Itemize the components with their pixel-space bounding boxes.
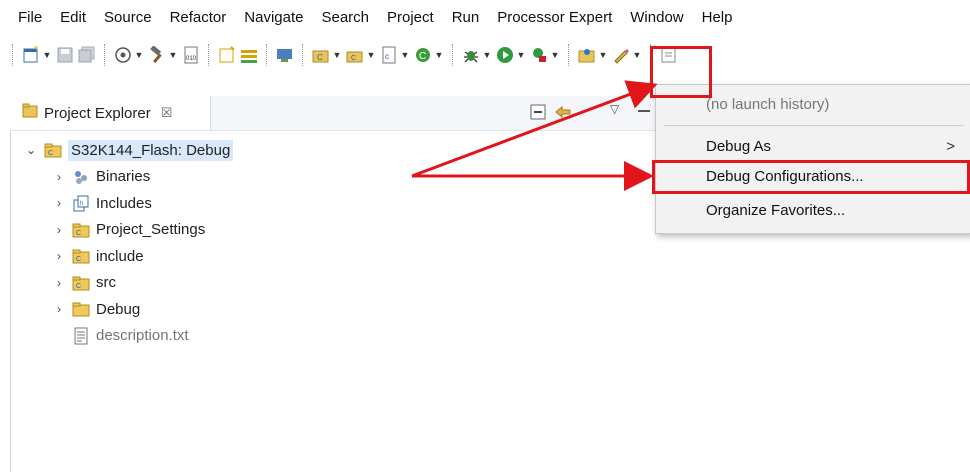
- arrow-to-debug-button: [411, 80, 658, 178]
- annotation-arrows: [411, 80, 658, 191]
